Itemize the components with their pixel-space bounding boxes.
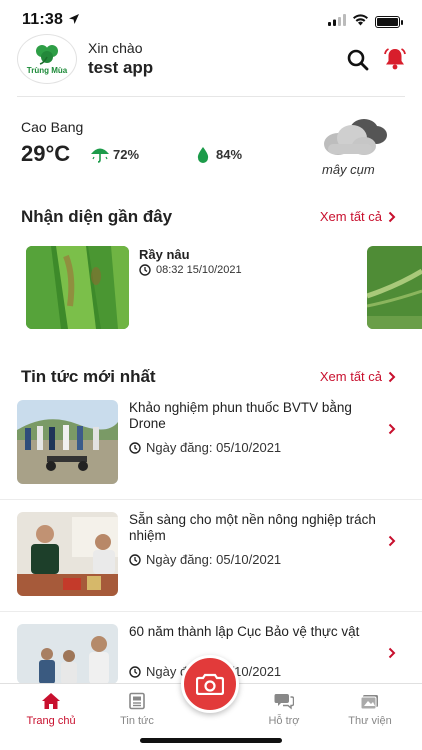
chevron-right-icon <box>388 646 396 664</box>
camera-button[interactable] <box>181 655 239 713</box>
search-icon <box>347 49 369 71</box>
tab-library[interactable]: Thư viện <box>335 692 405 727</box>
cloud-icon <box>318 114 390 165</box>
chevron-right-icon <box>388 211 396 222</box>
humidity-drop-icon <box>196 146 210 168</box>
news-see-all-link[interactable]: Xem tất cả <box>320 369 396 384</box>
chevron-right-icon <box>388 422 396 440</box>
app-header: Trùng Mùa Xin chào test app <box>0 32 422 96</box>
tab-home-label: Trang chủ <box>26 715 76 727</box>
recent-recognition-title: Nhận diện gần đây <box>21 207 173 226</box>
weather-temperature: 29°C <box>21 141 71 166</box>
humidity-value: 84% <box>216 147 243 162</box>
header-divider <box>17 96 405 97</box>
news-divider <box>0 611 422 612</box>
weather-city: Cao Bang <box>21 119 84 135</box>
news-title: 60 năm thành lập Cục Bảo vệ thực vật <box>129 624 360 639</box>
news-item[interactable]: Khảo nghiệm phun thuốc BVTV bằng Drone N… <box>0 400 422 512</box>
username-text: test app <box>88 58 154 77</box>
news-thumbnail <box>17 512 118 596</box>
search-button[interactable] <box>346 48 370 72</box>
recognition-photo-next <box>367 246 422 329</box>
tab-library-label: Thư viện <box>348 715 392 727</box>
rain-chance: 72% <box>113 147 140 162</box>
greeting-text: Xin chào <box>88 40 143 56</box>
library-icon <box>360 695 378 710</box>
clock-icon <box>139 264 151 276</box>
see-all-label: Xem tất cả <box>319 369 382 384</box>
recognition-photo <box>26 246 129 329</box>
news-divider <box>0 499 422 500</box>
news-thumbnail <box>17 400 118 484</box>
news-date-row: Ngày đăng: 05/10/2021 <box>129 440 281 455</box>
recognition-see-all-link[interactable]: Xem tất cả <box>320 209 396 224</box>
battery-icon <box>375 16 403 28</box>
news-title: Sẵn sàng cho một nền nông nghiệp trách n… <box>129 512 376 543</box>
latest-news-title: Tin tức mới nhất <box>21 367 156 386</box>
newspaper-icon <box>129 692 145 710</box>
logo-text: Trùng Mùa <box>26 66 68 75</box>
news-thumbnail <box>17 624 118 684</box>
notification-button[interactable] <box>382 46 408 72</box>
tab-news[interactable]: Tin tức <box>102 692 172 727</box>
chevron-right-icon <box>388 371 396 382</box>
recognition-name: Rầy nâu <box>139 247 190 262</box>
news-date: Ngày đăng: 05/10/2021 <box>146 440 282 455</box>
tab-support-label: Hỗ trợ <box>268 715 300 727</box>
recognition-card-next[interactable] <box>367 246 422 329</box>
tab-home[interactable]: Trang chủ <box>16 692 86 727</box>
app-logo: Trùng Mùa <box>17 34 77 84</box>
clock-icon <box>129 665 141 678</box>
status-time: 11:38 <box>22 11 64 28</box>
clock-icon <box>129 553 141 566</box>
chat-icon <box>274 694 294 710</box>
tab-support[interactable]: Hỗ trợ <box>249 692 319 727</box>
recognition-time: 08:32 15/10/2021 <box>156 264 242 276</box>
recognition-time-row: 08:32 15/10/2021 <box>139 264 242 276</box>
clock-icon <box>129 441 141 454</box>
see-all-label: Xem tất cả <box>319 209 382 224</box>
clover-logo-icon <box>36 45 58 65</box>
camera-icon <box>196 673 224 695</box>
location-arrow-icon <box>68 12 80 30</box>
news-item[interactable]: Sẵn sàng cho một nền nông nghiệp trách n… <box>0 512 422 624</box>
umbrella-icon <box>90 145 110 168</box>
home-icon <box>42 693 60 709</box>
wifi-icon <box>352 13 369 31</box>
news-title: Khảo nghiệm phun thuốc BVTV bằng Drone <box>129 400 352 431</box>
home-indicator <box>140 738 282 743</box>
tab-news-label: Tin tức <box>120 715 154 727</box>
news-date: Ngày đăng: 05/10/2021 <box>146 552 282 567</box>
chevron-right-icon <box>388 534 396 552</box>
signal-icon <box>328 13 346 31</box>
bell-icon <box>384 48 406 70</box>
weather-description: mây cụm <box>322 162 375 177</box>
news-date-row: Ngày đăng: 05/10/2021 <box>129 552 281 567</box>
